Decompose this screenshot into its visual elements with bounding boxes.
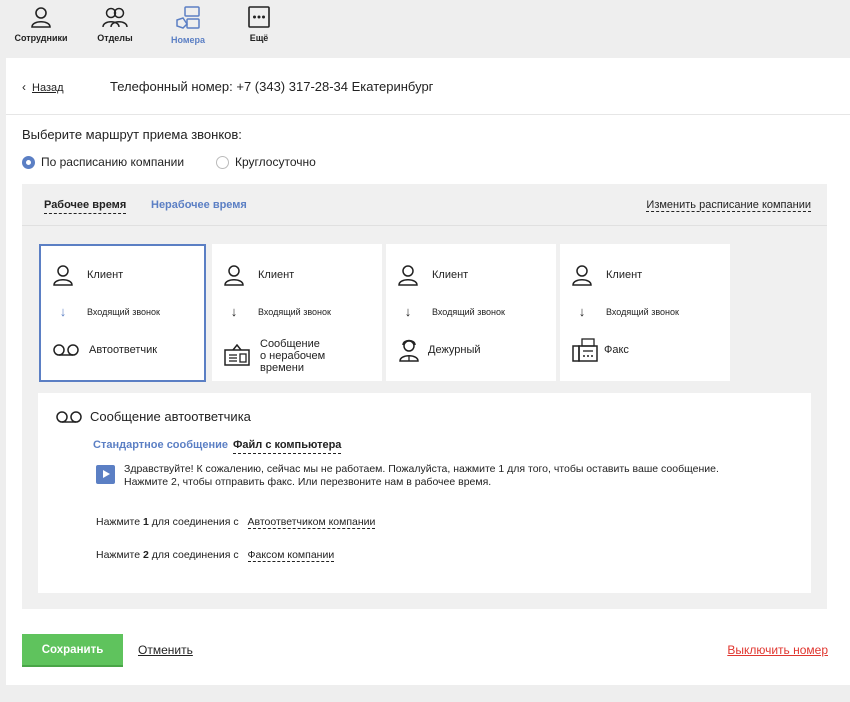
departments-icon: [102, 7, 128, 28]
tab-standard-message[interactable]: Стандартное сообщение: [93, 439, 228, 451]
card-arrow-row: ↓ Входящий звонок: [572, 304, 679, 319]
autoresponder-message: Здравствуйте! К сожалению, сейчас мы не …: [124, 463, 764, 489]
press-option-1: Нажмите 1 для соединения с Автоответчико…: [96, 516, 376, 529]
arrow-down-icon: ↓: [230, 304, 238, 319]
radio-dot: [22, 155, 35, 169]
card-to-label: Дежурный: [428, 344, 481, 356]
nav-numbers[interactable]: Номера: [153, 6, 223, 45]
client-icon: [398, 265, 418, 286]
card-to-row: Факс: [572, 338, 629, 362]
card-from-label: Клиент: [258, 269, 295, 281]
card-from-row: Клиент: [572, 264, 642, 286]
back-link-label: Назад: [32, 82, 64, 94]
header-divider: [6, 114, 850, 115]
autoresponder-title-label: Сообщение автоответчика: [90, 409, 251, 424]
card-arrow-row: ↓ Входящий звонок: [53, 304, 160, 319]
press-prefix: Нажмите: [96, 516, 141, 528]
card-to-label: Факс: [604, 344, 629, 356]
card-from-label: Клиент: [432, 269, 469, 281]
on-duty-operator-icon: [399, 339, 419, 362]
card-to-row: Сообщение о нерабочем времени: [224, 338, 325, 374]
page-title: Телефонный номер: +7 (343) 317-28-34 Ека…: [110, 79, 434, 94]
arrow-down-icon: ↓: [59, 304, 67, 319]
card-from-label: Клиент: [606, 269, 643, 281]
nav-employees-label: Сотрудники: [14, 33, 68, 43]
card-arrow-label: Входящий звонок: [606, 306, 679, 317]
radio-dot: [216, 155, 229, 169]
tab-file-from-computer[interactable]: Файл с компьютера: [233, 439, 342, 454]
press-middle: для соединения с: [151, 549, 239, 561]
save-button[interactable]: Сохранить: [22, 634, 123, 667]
card-to-label: Сообщение о нерабочем времени: [260, 338, 325, 374]
card-arrow-row: ↓ Входящий звонок: [398, 304, 505, 319]
nav-more-label: Ещё: [249, 33, 269, 43]
message-line: Нажмите 2, чтобы отправить факс. Или пер…: [124, 476, 492, 488]
card-arrow-label: Входящий звонок: [432, 306, 505, 317]
press-number: 2: [142, 549, 149, 561]
press-target-link[interactable]: Автоответчиком компании: [247, 516, 376, 529]
cancel-link[interactable]: Отменить: [138, 643, 193, 657]
route-title: Выберите маршрут приема звонков:: [22, 127, 242, 142]
route-card-fax[interactable]: Клиент ↓ Входящий звонок Факс: [560, 244, 730, 381]
card-from-label: Клиент: [87, 269, 124, 281]
fax-icon: [572, 338, 598, 362]
route-card-autoresponder[interactable]: Клиент ↓ Входящий звонок Автоответчик: [39, 244, 206, 382]
route-card-non-working-message[interactable]: Клиент ↓ Входящий звонок Сообщение о нер…: [212, 244, 382, 381]
voicemail-icon: [56, 410, 82, 423]
card-to-line: о нерабочем: [260, 350, 326, 362]
card-from-row: Клиент: [53, 264, 123, 286]
press-target-link[interactable]: Факсом компании: [247, 549, 335, 562]
numbers-icon: [176, 6, 200, 29]
press-prefix: Нажмите: [96, 549, 141, 561]
nav-departments[interactable]: Отделы: [80, 6, 150, 43]
radio-round-the-clock-label: Круглосуточно: [235, 155, 316, 169]
arrow-down-icon: ↓: [404, 304, 412, 319]
press-number: 1: [142, 516, 149, 528]
autoresponder-title: Сообщение автоответчика: [56, 409, 251, 424]
card-to-line: времени: [260, 362, 304, 374]
message-line: Здравствуйте! К сожалению, сейчас мы не …: [124, 463, 719, 475]
play-icon[interactable]: [96, 465, 115, 484]
arrow-down-icon: ↓: [578, 304, 586, 319]
card-arrow-label: Входящий звонок: [87, 306, 160, 317]
radio-by-schedule[interactable]: По расписанию компании: [22, 155, 184, 169]
change-schedule-link[interactable]: Изменить расписание компании: [646, 199, 811, 212]
card-arrow-label: Входящий звонок: [258, 306, 331, 317]
radio-round-the-clock[interactable]: Круглосуточно: [216, 155, 316, 169]
card-to-label: Автоответчик: [89, 344, 158, 356]
client-icon: [53, 265, 73, 286]
card-to-row: Дежурный: [398, 338, 481, 362]
message-board-icon: [224, 344, 250, 366]
card-from-row: Клиент: [224, 264, 294, 286]
disable-number-link[interactable]: Выключить номер: [727, 643, 828, 657]
more-icon: [248, 6, 270, 28]
route-card-on-duty[interactable]: Клиент ↓ Входящий звонок Дежурный: [386, 244, 556, 381]
card-from-row: Клиент: [398, 264, 468, 286]
press-middle: для соединения с: [151, 516, 239, 528]
nav-departments-label: Отделы: [97, 33, 133, 43]
press-option-2: Нажмите 2 для соединения с Факсом компан…: [96, 549, 335, 562]
voicemail-icon: [53, 344, 79, 356]
tab-working-time[interactable]: Рабочее время: [44, 199, 127, 214]
client-icon: [572, 265, 592, 286]
card-to-row: Автоответчик: [53, 344, 157, 356]
client-icon: [224, 265, 244, 286]
card-arrow-row: ↓ Входящий звонок: [224, 304, 331, 319]
nav-employees[interactable]: Сотрудники: [6, 6, 76, 43]
nav-more[interactable]: Ещё: [224, 6, 294, 43]
back-link[interactable]: ‹ Назад: [22, 80, 64, 94]
employees-icon: [31, 7, 51, 28]
chevron-left-icon: ‹: [22, 80, 26, 94]
radio-by-schedule-label: По расписанию компании: [41, 155, 185, 169]
tab-non-working-time[interactable]: Нерабочее время: [151, 199, 247, 211]
nav-numbers-label: Номера: [170, 35, 206, 45]
top-nav: Сотрудники Отделы Номера Ещё: [0, 0, 850, 58]
card-to-line: Сообщение: [260, 338, 320, 350]
